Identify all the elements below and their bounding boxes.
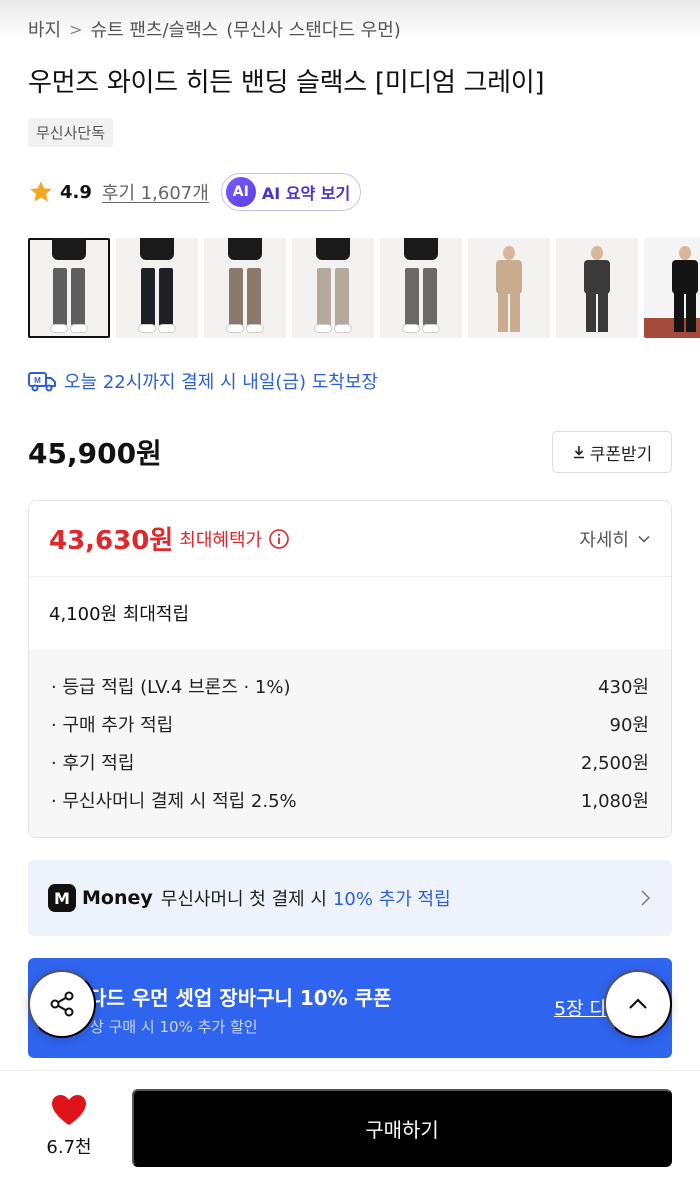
scroll-top-button[interactable] [604, 970, 672, 1038]
heart-icon [52, 1095, 86, 1125]
bottom-action-bar: 6.7천 구매하기 [0, 1070, 700, 1200]
product-thumbnail[interactable] [292, 238, 374, 338]
like-button[interactable]: 6.7천 [30, 1093, 108, 1159]
coupon-button-label: 쿠폰받기 [589, 444, 653, 464]
ai-summary-label: AI 요약 보기 [261, 184, 351, 203]
musinsa-money-logo: M [48, 884, 76, 912]
breadcrumb-item-slacks[interactable]: 슈트 팬츠/슬랙스 [91, 16, 219, 42]
breadcrumb-separator: > [69, 19, 83, 39]
product-title: 우먼즈 와이드 히든 밴딩 슬랙스 [미디엄 그레이] [28, 68, 545, 98]
rating-row: 4.9 후기 1,607개 AI AI 요약 보기 [28, 172, 362, 212]
points-row: · 구매 추가 적립 90원 [51, 705, 649, 743]
review-count-link[interactable]: 후기 1,607개 [102, 179, 209, 205]
breadcrumb: 바지 > 슈트 팬츠/슬랙스 (무신사 스탠다드 우먼) [28, 16, 401, 42]
like-count: 6.7천 [46, 1137, 92, 1158]
points-label: · 후기 적립 [51, 753, 135, 774]
product-thumbnail[interactable] [556, 238, 638, 338]
exclusive-badge: 무신사단독 [28, 118, 114, 147]
money-promo-banner[interactable]: M Money 무신사머니 첫 결제 시 10% 추가 적립 [28, 860, 672, 936]
detail-toggle[interactable]: 자세히 [579, 526, 651, 552]
ai-icon: AI [225, 177, 256, 207]
ai-summary-button[interactable]: AI AI 요약 보기 [220, 173, 362, 211]
points-value: 430원 [598, 677, 649, 698]
benefit-box: 43,630원 최대혜택가 자세히 4,100원 최대적립 · 등급 적립 (L… [28, 500, 672, 838]
coupon-banner-title: 다드 우먼 셋업 장바구니 10% 쿠폰 [88, 986, 392, 1010]
points-row: · 등급 적립 (LV.4 브론즈 · 1%) 430원 [51, 667, 649, 705]
setup-coupon-banner[interactable]: 다드 우먼 셋업 장바구니 10% 쿠폰 상 구매 시 10% 추가 할인 5장… [28, 958, 672, 1058]
share-button[interactable] [28, 970, 96, 1038]
star-icon [30, 181, 52, 202]
delivery-truck-icon: M [28, 372, 56, 392]
points-breakdown: · 등급 적립 (LV.4 브론즈 · 1%) 430원 · 구매 추가 적립 90원… [29, 649, 671, 837]
points-label: · 구매 추가 적립 [51, 715, 174, 736]
delivery-guarantee: M 오늘 22시까지 결제 시 내일(금) 도착보장 [28, 368, 378, 394]
buy-button[interactable]: 구매하기 [132, 1089, 672, 1167]
breadcrumb-item-brand[interactable]: (무신사 스탠다드 우먼) [226, 16, 401, 42]
product-thumbnail[interactable] [116, 238, 198, 338]
money-brand: Money [82, 887, 153, 909]
product-thumbnail[interactable] [468, 238, 550, 338]
chevron-down-icon [638, 535, 650, 543]
chevron-right-icon [641, 890, 651, 906]
detail-toggle-label: 자세히 [579, 529, 629, 551]
share-icon [50, 991, 74, 1017]
download-icon [573, 446, 584, 459]
breadcrumb-item-pants[interactable]: 바지 [28, 16, 61, 42]
best-price: 43,630원 [49, 526, 174, 556]
original-price: 45,900원 [28, 437, 162, 470]
max-points-total: 4,100원 최대적립 [49, 604, 190, 625]
svg-text:M: M [34, 376, 41, 385]
product-thumbnail[interactable] [380, 238, 462, 338]
best-price-label: 최대혜택가 [179, 529, 263, 551]
coupon-banner-subtitle: 상 구매 시 10% 추가 할인 [90, 1018, 258, 1036]
coupon-download-link[interactable]: 5장 다 [554, 994, 607, 1021]
delivery-text: 오늘 22시까지 결제 시 내일(금) 도착보장 [64, 372, 378, 393]
rating-value: 4.9 [60, 181, 92, 203]
money-promo-highlight: 10% 추가 적립 [332, 889, 451, 910]
product-thumbnail[interactable] [28, 238, 110, 338]
points-label: · 무신사머니 결제 시 적립 2.5% [51, 791, 297, 812]
best-price-row: 43,630원 최대혜택가 자세히 [29, 501, 671, 577]
product-thumbnail[interactable] [204, 238, 286, 338]
chevron-up-icon [629, 998, 647, 1009]
points-row: · 무신사머니 결제 시 적립 2.5% 1,080원 [51, 781, 649, 819]
points-value: 90원 [609, 715, 649, 736]
points-value: 2,500원 [580, 753, 649, 774]
info-icon[interactable] [268, 528, 290, 550]
coupon-download-button[interactable]: 쿠폰받기 [552, 431, 672, 473]
points-row: · 후기 적립 2,500원 [51, 743, 649, 781]
thumbnail-strip [28, 238, 700, 338]
points-label: · 등급 적립 (LV.4 브론즈 · 1%) [51, 677, 291, 698]
product-thumbnail[interactable] [644, 238, 700, 338]
money-promo-text: 무신사머니 첫 결제 시 [160, 889, 327, 910]
points-value: 1,080원 [580, 791, 649, 812]
